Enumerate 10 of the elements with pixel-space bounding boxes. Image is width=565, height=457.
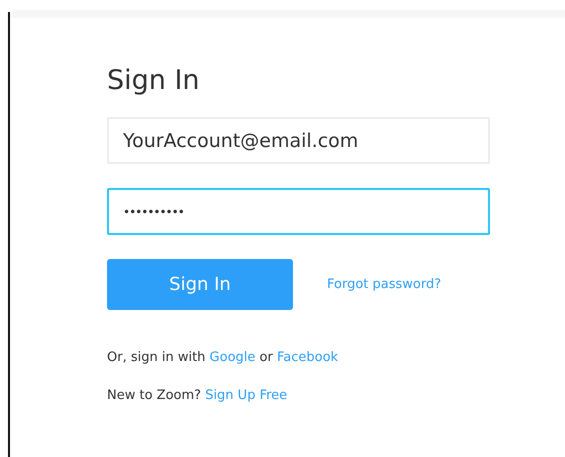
sign-in-button[interactable]: Sign In bbox=[107, 259, 293, 310]
password-field[interactable]: •••••••••• bbox=[107, 188, 490, 236]
text-link[interactable]: Facebook bbox=[276, 350, 338, 366]
social-sign-in-text: Or, sign in with Google or Facebook bbox=[107, 349, 340, 368]
text-link[interactable]: Sign Up Free bbox=[205, 388, 288, 403]
forgot-password-link[interactable]: Forgot password? bbox=[327, 275, 442, 295]
email-field[interactable]: YourAccount@email.com bbox=[107, 117, 490, 164]
sign-up-text: New to Zoom? Sign Up Free bbox=[107, 386, 288, 405]
text-link[interactable]: Google bbox=[210, 350, 256, 366]
page-title: Sign In bbox=[107, 65, 201, 98]
